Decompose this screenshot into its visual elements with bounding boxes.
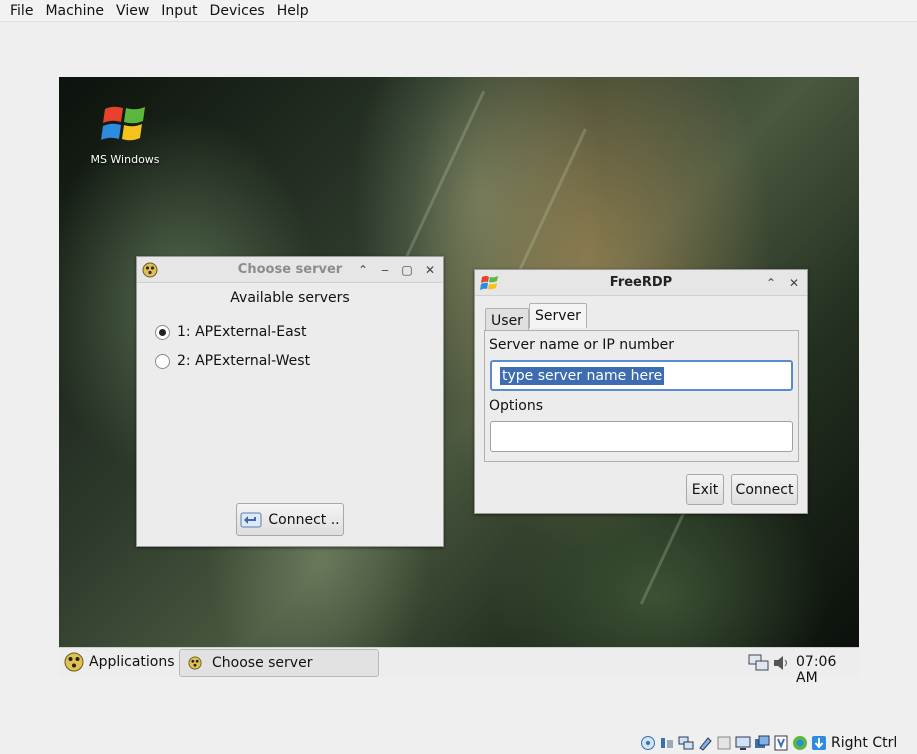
host-menubar: File Machine View Input Devices Help	[0, 0, 917, 22]
network-adapter-icon[interactable]	[678, 735, 694, 751]
menu-file[interactable]: File	[4, 0, 39, 22]
volume-icon[interactable]	[772, 653, 792, 673]
server-name-input[interactable]: type server name here	[490, 360, 793, 391]
usb-icon[interactable]	[697, 735, 713, 751]
keyboard-capture-icon[interactable]	[811, 735, 827, 751]
menu-devices[interactable]: Devices	[204, 0, 271, 22]
taskbar-item-label: Choose server	[212, 655, 313, 671]
shared-folder-icon[interactable]	[716, 735, 732, 751]
applications-menu[interactable]: Applications	[63, 651, 175, 673]
exit-label: Exit	[691, 481, 719, 498]
server-option-west[interactable]: 2: APExternal-West	[155, 353, 310, 369]
exit-button[interactable]: Exit	[686, 474, 724, 505]
applications-label: Applications	[89, 654, 175, 670]
minimize-icon[interactable]: ‒	[377, 262, 393, 278]
tab-server-label: Server	[535, 308, 581, 324]
tab-user-label: User	[491, 312, 523, 329]
app-icon	[142, 262, 158, 278]
connect-label: Connect	[735, 481, 794, 498]
close-icon[interactable]: ✕	[786, 275, 802, 291]
menu-machine[interactable]: Machine	[39, 0, 110, 22]
server-option-east[interactable]: 1: APExternal-East	[155, 324, 306, 340]
available-servers-heading: Available servers	[230, 290, 350, 306]
applications-icon	[64, 652, 84, 672]
vm-icon[interactable]	[773, 735, 789, 751]
connect-arrow-icon	[240, 512, 262, 527]
menu-view[interactable]: View	[110, 0, 155, 22]
windows-logo-icon	[480, 276, 498, 290]
host-status-bar: Right Ctrl	[0, 732, 917, 754]
recording-icon[interactable]	[754, 735, 770, 751]
maximize-icon[interactable]: ▢	[399, 262, 415, 278]
server-option-label: 2: APExternal-West	[177, 353, 311, 369]
radio-selected[interactable]	[155, 324, 170, 340]
tab-server[interactable]: Server	[529, 303, 587, 328]
desktop-icon-label: MS Windows	[90, 153, 160, 166]
mouse-integration-icon[interactable]	[792, 735, 808, 751]
audio-icon[interactable]	[659, 735, 675, 751]
display-icon[interactable]	[735, 735, 751, 751]
options-label: Options	[489, 398, 544, 414]
windows-logo-icon	[101, 106, 145, 141]
freerdp-title: FreeRDP	[609, 275, 673, 290]
taskbar-item-choose-server[interactable]: Choose server	[179, 649, 379, 677]
menu-input[interactable]: Input	[155, 0, 203, 22]
choose-server-titlebar[interactable]: Choose server ⌃ ‒ ▢ ✕	[137, 257, 443, 283]
radio-unselected[interactable]	[155, 353, 170, 369]
desktop-icon-ms-windows[interactable]: MS Windows	[87, 99, 163, 166]
server-name-label: Server name or IP number	[489, 337, 674, 353]
tab-user[interactable]: User	[485, 308, 529, 332]
server-option-label: 1: APExternal-East	[177, 324, 307, 340]
connect-dots-button[interactable]: Connect ..	[236, 503, 344, 536]
menu-help[interactable]: Help	[271, 0, 315, 22]
shade-icon[interactable]: ⌃	[355, 262, 371, 278]
shade-icon[interactable]: ⌃	[763, 275, 779, 291]
host-key-label: Right Ctrl	[831, 735, 898, 751]
connect-button[interactable]: Connect	[731, 474, 798, 505]
freerdp-titlebar[interactable]: FreeRDP ⌃ ✕	[475, 270, 807, 296]
connect-dots-label: Connect ..	[268, 511, 340, 528]
server-name-value: type server name here	[500, 367, 665, 385]
options-input[interactable]	[490, 421, 793, 452]
guest-taskbar: Applications Choose server 07:06 AM	[59, 647, 859, 686]
clock: 07:06 AM	[796, 654, 837, 686]
choose-server-window: Choose server ⌃ ‒ ▢ ✕ Available servers …	[136, 256, 444, 547]
network-icon[interactable]	[748, 653, 770, 673]
app-icon	[188, 656, 202, 670]
close-icon[interactable]: ✕	[422, 262, 438, 278]
optical-drive-icon[interactable]	[640, 735, 656, 751]
choose-server-title: Choose server	[237, 262, 343, 277]
